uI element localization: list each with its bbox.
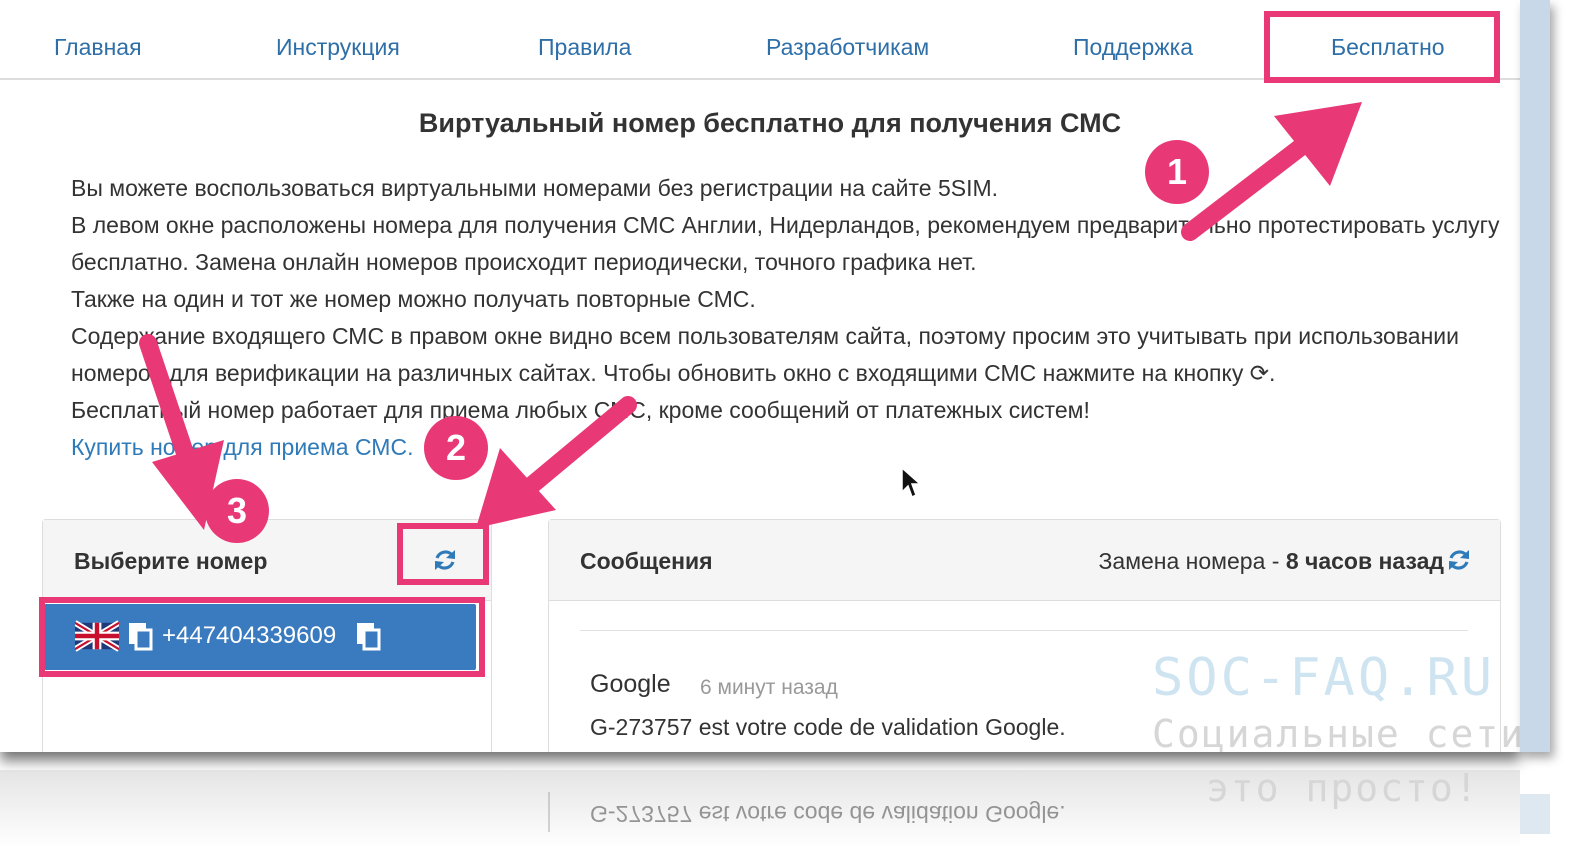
annotation-arrows (139, 102, 1362, 530)
annotation-badge-2: 2 (424, 416, 488, 480)
reflection-divider (548, 792, 550, 832)
reflection-text: G-273757 est votre code de validation Go… (590, 801, 1066, 827)
annotation-badge-3: 3 (205, 479, 269, 543)
watermark-line2: это просто! (1206, 766, 1480, 810)
side-strip (1520, 0, 1550, 752)
reflection-strip (1520, 794, 1550, 834)
annotation-badge-1: 1 (1145, 140, 1209, 204)
screenshot-card: Главная Инструкция Правила Разработчикам… (0, 0, 1520, 752)
